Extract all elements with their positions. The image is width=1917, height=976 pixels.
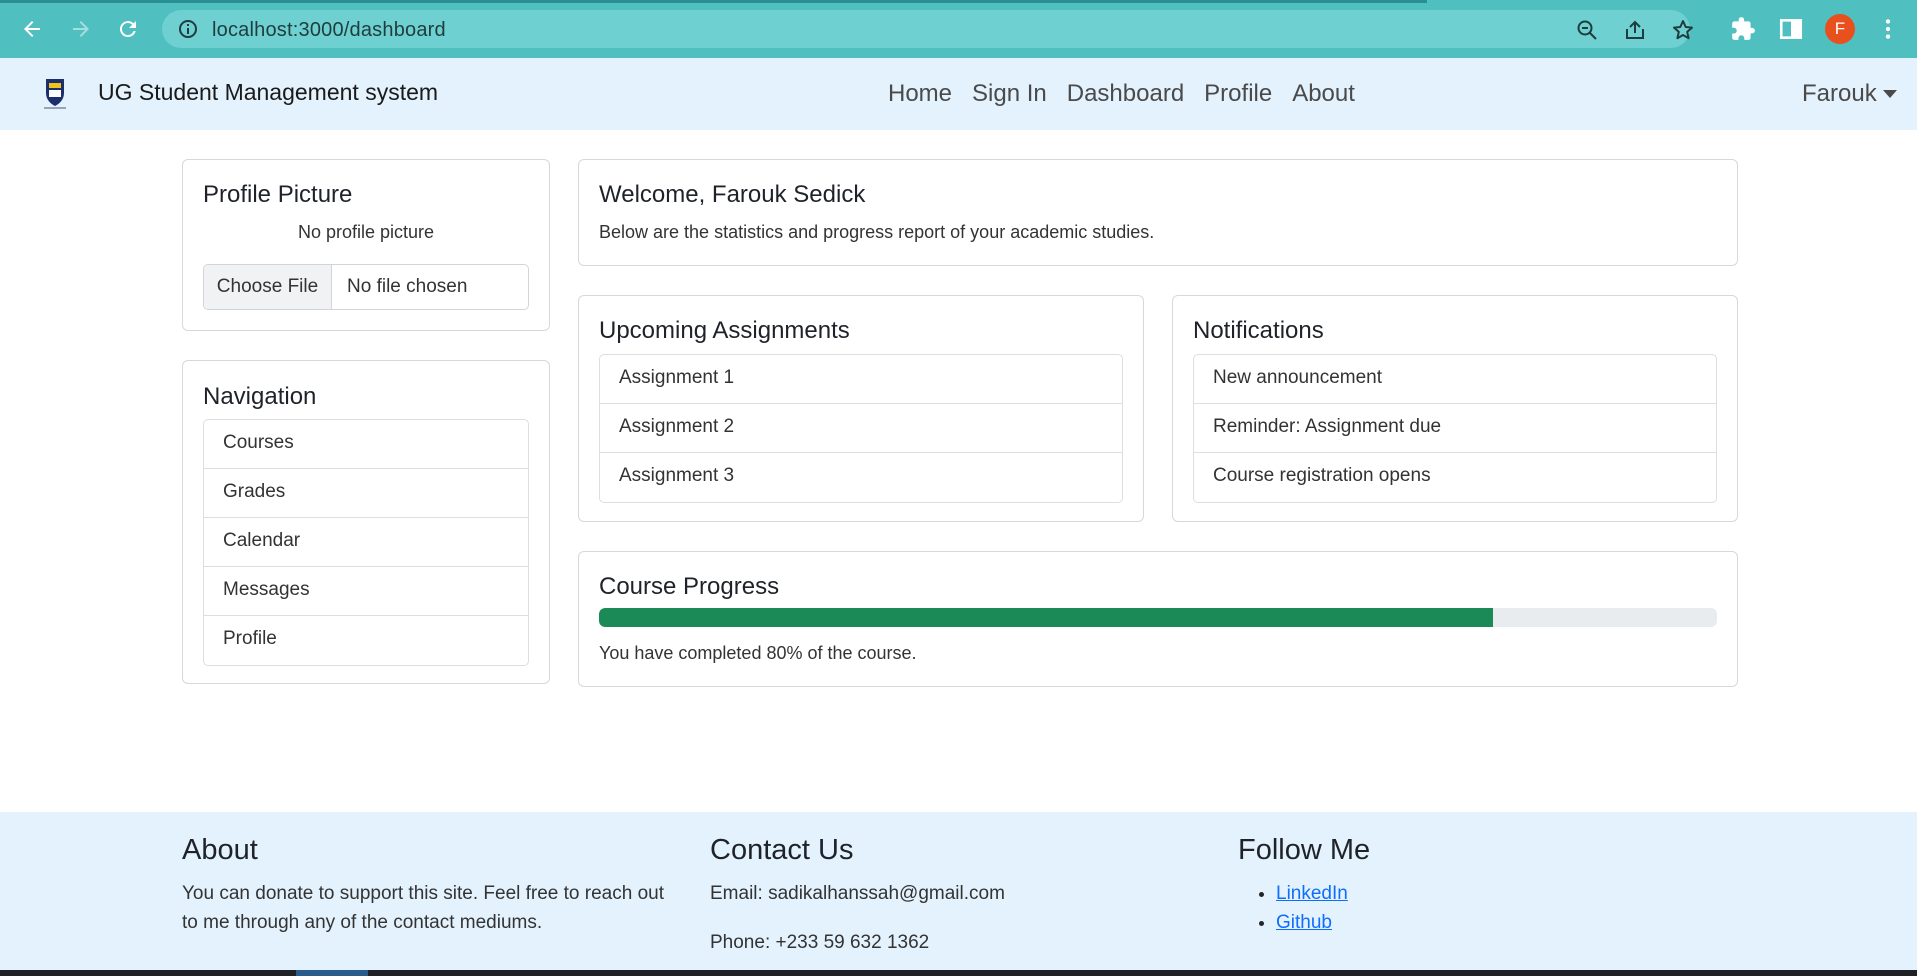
list-item: LinkedIn — [1276, 879, 1738, 908]
forward-arrow-icon[interactable] — [66, 14, 96, 44]
url-text[interactable]: localhost:3000/dashboard — [212, 19, 446, 42]
nav-item-profile[interactable]: Profile — [204, 616, 528, 665]
nav-link-home[interactable]: Home — [888, 80, 952, 108]
university-crest-logo[interactable] — [40, 76, 70, 110]
notifications-title: Notifications — [1193, 317, 1324, 344]
nav-link-profile[interactable]: Profile — [1204, 80, 1272, 108]
assignments-title: Upcoming Assignments — [599, 317, 850, 344]
footer-follow: Follow Me LinkedIn Github — [1238, 834, 1738, 937]
course-progress-title: Course Progress — [599, 573, 780, 600]
share-icon[interactable] — [1624, 19, 1646, 41]
welcome-title: Welcome, Farouk Sedick — [599, 181, 866, 208]
browser-toolbar: localhost:3000/dashboard F — [0, 0, 1917, 58]
side-panel-icon[interactable] — [1778, 16, 1804, 42]
navigation-card: Navigation Courses Grades Calendar Messa… — [182, 360, 550, 684]
navigation-title: Navigation — [203, 383, 317, 410]
site-footer: About You can donate to support this sit… — [0, 812, 1917, 976]
taskbar-active-indicator — [296, 970, 368, 976]
loading-bar — [0, 0, 1427, 3]
list-item: Github — [1276, 908, 1738, 937]
assignment-item[interactable]: Assignment 2 — [600, 404, 1122, 453]
user-dropdown[interactable]: Farouk — [1802, 80, 1897, 108]
nav-item-calendar[interactable]: Calendar — [204, 518, 528, 567]
file-name-label: No file chosen — [347, 276, 468, 297]
footer-contact-email: Email: sadikalhanssah@gmail.com — [710, 883, 1005, 904]
footer-about-text: You can donate to support this site. Fee… — [182, 883, 664, 933]
footer-contact-title: Contact Us — [710, 834, 854, 866]
address-bar[interactable]: localhost:3000/dashboard — [162, 10, 1693, 48]
assignment-item[interactable]: Assignment 1 — [600, 355, 1122, 404]
course-progress-card: Course Progress You have completed 80% o… — [578, 551, 1738, 687]
github-link[interactable]: Github — [1276, 912, 1332, 933]
user-name: Farouk — [1802, 80, 1877, 107]
zoom-icon[interactable] — [1576, 19, 1598, 41]
nav-link-about[interactable]: About — [1292, 80, 1355, 108]
assignments-list: Assignment 1 Assignment 2 Assignment 3 — [599, 354, 1123, 503]
nav-item-grades[interactable]: Grades — [204, 469, 528, 518]
notifications-card: Notifications New announcement Reminder:… — [1172, 295, 1738, 522]
bookmark-star-icon[interactable] — [1672, 19, 1694, 41]
main-nav: Home Sign In Dashboard Profile About — [888, 80, 1355, 108]
profile-picture-file-input[interactable]: Choose File No file chosen — [203, 264, 529, 310]
footer-about: About You can donate to support this sit… — [182, 834, 682, 937]
taskbar-strip — [0, 970, 1917, 976]
footer-contact-phone: Phone: +233 59 632 1362 — [710, 932, 930, 953]
footer-contact: Contact Us Email: sadikalhanssah@gmail.c… — [710, 834, 1210, 957]
profile-picture-title: Profile Picture — [203, 181, 353, 208]
assignment-item[interactable]: Assignment 3 — [600, 453, 1122, 502]
notifications-list: New announcement Reminder: Assignment du… — [1193, 354, 1717, 503]
welcome-card: Welcome, Farouk Sedick Below are the sta… — [578, 159, 1738, 266]
navigation-list: Courses Grades Calendar Messages Profile — [203, 419, 529, 666]
footer-about-title: About — [182, 834, 258, 866]
course-progress-bar — [599, 608, 1494, 627]
nav-item-courses[interactable]: Courses — [204, 420, 528, 469]
course-progress-track — [599, 608, 1717, 627]
chevron-down-icon — [1882, 90, 1897, 98]
more-menu-icon[interactable] — [1875, 16, 1901, 42]
notification-item[interactable]: New announcement — [1194, 355, 1716, 404]
nav-link-sign-in[interactable]: Sign In — [972, 80, 1047, 108]
profile-picture-card: Profile Picture No profile picture Choos… — [182, 159, 550, 331]
browser-profile-avatar[interactable]: F — [1825, 14, 1855, 44]
choose-file-button[interactable]: Choose File — [204, 265, 332, 309]
notification-item[interactable]: Course registration opens — [1194, 453, 1716, 502]
reload-icon[interactable] — [113, 14, 143, 44]
app-navbar: UG Student Management system Home Sign I… — [0, 58, 1917, 130]
upcoming-assignments-card: Upcoming Assignments Assignment 1 Assign… — [578, 295, 1144, 522]
nav-link-dashboard[interactable]: Dashboard — [1067, 80, 1184, 108]
profile-picture-status: No profile picture — [297, 222, 435, 242]
extensions-puzzle-icon[interactable] — [1730, 16, 1756, 42]
welcome-text: Below are the statistics and progress re… — [599, 222, 1155, 242]
brand-title[interactable]: UG Student Management system — [98, 79, 438, 106]
social-links-list: LinkedIn Github — [1276, 879, 1738, 937]
info-icon[interactable] — [178, 19, 198, 44]
linkedin-link[interactable]: LinkedIn — [1276, 883, 1348, 904]
course-progress-text: You have completed 80% of the course. — [599, 643, 917, 663]
nav-item-messages[interactable]: Messages — [204, 567, 528, 616]
footer-follow-title: Follow Me — [1238, 834, 1371, 866]
back-arrow-icon[interactable] — [17, 14, 47, 44]
notification-item[interactable]: Reminder: Assignment due — [1194, 404, 1716, 453]
